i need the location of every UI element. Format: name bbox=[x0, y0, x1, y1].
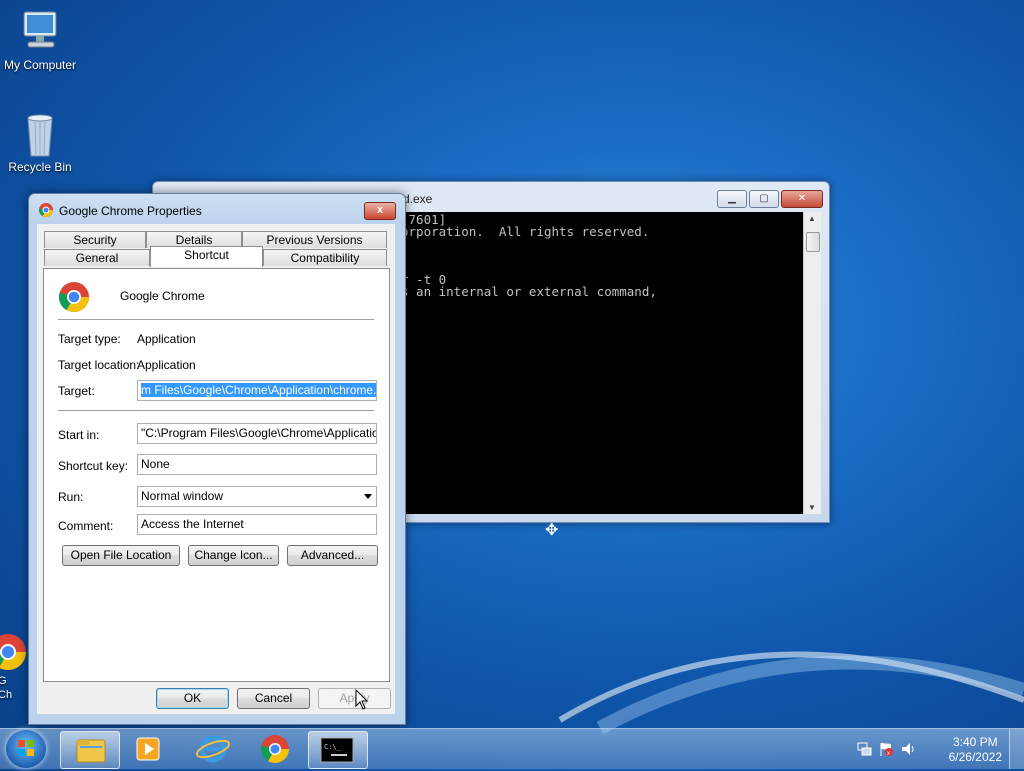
dialog-title: Google Chrome Properties bbox=[59, 204, 202, 218]
scroll-up-icon[interactable]: ▲ bbox=[808, 214, 816, 223]
taskbar-media-player[interactable] bbox=[120, 731, 178, 767]
run-label: Run: bbox=[58, 490, 84, 504]
desktop-icon-label: Recycle Bin bbox=[8, 160, 72, 174]
start-in-label: Start in: bbox=[58, 428, 100, 442]
divider bbox=[58, 319, 374, 321]
tab-shortcut[interactable]: Shortcut bbox=[150, 246, 263, 267]
target-label: Target: bbox=[58, 384, 95, 398]
maximize-button[interactable]: ▢ bbox=[749, 190, 779, 208]
tab-security[interactable]: Security bbox=[44, 231, 146, 248]
computer-icon bbox=[16, 8, 64, 56]
chrome-icon bbox=[0, 632, 28, 672]
run-select[interactable]: Normal window bbox=[137, 486, 377, 507]
start-in-field[interactable]: "C:\Program Files\Google\Chrome\Applicat… bbox=[137, 423, 377, 444]
media-player-icon bbox=[136, 737, 160, 761]
target-location-label: Target location: bbox=[58, 358, 140, 372]
taskbar-command-prompt[interactable]: C:\_ bbox=[308, 731, 368, 769]
desktop-icon-my-computer[interactable]: My Computer bbox=[0, 8, 80, 72]
scroll-thumb[interactable] bbox=[806, 232, 820, 252]
chrome-icon bbox=[260, 735, 289, 763]
change-icon-button[interactable]: Change Icon... bbox=[188, 545, 279, 566]
taskbar: C:\_ x 3:40 PM 6/26/2022 bbox=[0, 728, 1024, 769]
divider bbox=[58, 410, 374, 412]
chrome-icon bbox=[58, 281, 90, 313]
tab-general[interactable]: General bbox=[44, 249, 150, 266]
desktop-icon-recycle-bin[interactable]: Recycle Bin bbox=[0, 110, 80, 174]
clock-date: 6/26/2022 bbox=[948, 750, 1002, 764]
dialog-body: Security Details Previous Versions Gener… bbox=[37, 224, 395, 714]
move-cursor-icon: ✥ bbox=[545, 522, 559, 539]
windows-explorer-icon bbox=[76, 739, 106, 763]
clock-time: 3:40 PM bbox=[952, 735, 998, 749]
svg-text:C:\_: C:\_ bbox=[324, 743, 342, 751]
svg-text:x: x bbox=[887, 751, 890, 757]
vertical-scrollbar[interactable]: ▲ ▼ bbox=[803, 212, 821, 514]
close-button[interactable]: ✕ bbox=[781, 190, 823, 208]
network-icon[interactable] bbox=[856, 741, 872, 757]
dialog-titlebar[interactable]: Google Chrome Properties x bbox=[29, 194, 405, 224]
advanced-button[interactable]: Advanced... bbox=[287, 545, 378, 566]
minimize-button[interactable]: ▁ bbox=[717, 190, 747, 208]
open-file-location-button[interactable]: Open File Location bbox=[62, 545, 180, 566]
app-name: Google Chrome bbox=[120, 289, 205, 303]
comment-label: Comment: bbox=[58, 519, 114, 533]
chevron-down-icon bbox=[364, 494, 372, 499]
properties-dialog[interactable]: Google Chrome Properties x Security Deta… bbox=[28, 193, 406, 725]
target-type-label: Target type: bbox=[58, 332, 121, 346]
target-location-value: Application bbox=[137, 358, 196, 372]
shortcut-key-label: Shortcut key: bbox=[58, 459, 129, 473]
clock[interactable]: 3:40 PM 6/26/2022 bbox=[949, 735, 1002, 765]
taskbar-google-chrome[interactable] bbox=[246, 731, 304, 767]
windows-logo-icon bbox=[18, 740, 34, 756]
target-field[interactable]: m Files\Google\Chrome\Application\chrome… bbox=[137, 380, 377, 401]
shortcut-panel: Google Chrome Target type: Application T… bbox=[43, 268, 390, 682]
ok-button[interactable]: OK bbox=[156, 688, 229, 709]
taskbar-internet-explorer[interactable] bbox=[184, 731, 242, 767]
mouse-pointer-icon bbox=[355, 689, 369, 710]
scroll-down-icon[interactable]: ▼ bbox=[808, 503, 816, 512]
comment-field[interactable]: Access the Internet bbox=[137, 514, 377, 535]
recycle-bin-icon bbox=[16, 110, 64, 158]
cancel-button[interactable]: Cancel bbox=[237, 688, 310, 709]
tab-previous-versions[interactable]: Previous Versions bbox=[242, 231, 387, 248]
volume-icon[interactable] bbox=[900, 741, 916, 757]
desktop-icon-label: My Computer bbox=[3, 58, 77, 72]
run-select-value: Normal window bbox=[141, 489, 224, 503]
command-prompt-icon: C:\_ bbox=[320, 737, 354, 763]
system-tray: x 3:40 PM 6/26/2022 bbox=[854, 729, 1024, 769]
shortcut-key-field[interactable]: None bbox=[137, 454, 377, 475]
action-center-flag-icon[interactable]: x bbox=[878, 741, 894, 757]
chrome-shortcut-icon bbox=[38, 202, 54, 218]
internet-explorer-icon bbox=[195, 735, 231, 763]
tab-compatibility[interactable]: Compatibility bbox=[263, 249, 387, 266]
taskbar-windows-explorer[interactable] bbox=[60, 731, 120, 769]
console-text: .7601] orporation. All rights reserved. … bbox=[401, 212, 657, 310]
target-field-text: m Files\Google\Chrome\Application\chrome… bbox=[141, 383, 376, 397]
window-title: d.exe bbox=[403, 192, 433, 206]
start-button[interactable] bbox=[6, 730, 46, 768]
close-button[interactable]: x bbox=[364, 202, 396, 220]
target-type-value: Application bbox=[137, 332, 196, 346]
show-desktop-button[interactable] bbox=[1009, 729, 1024, 769]
